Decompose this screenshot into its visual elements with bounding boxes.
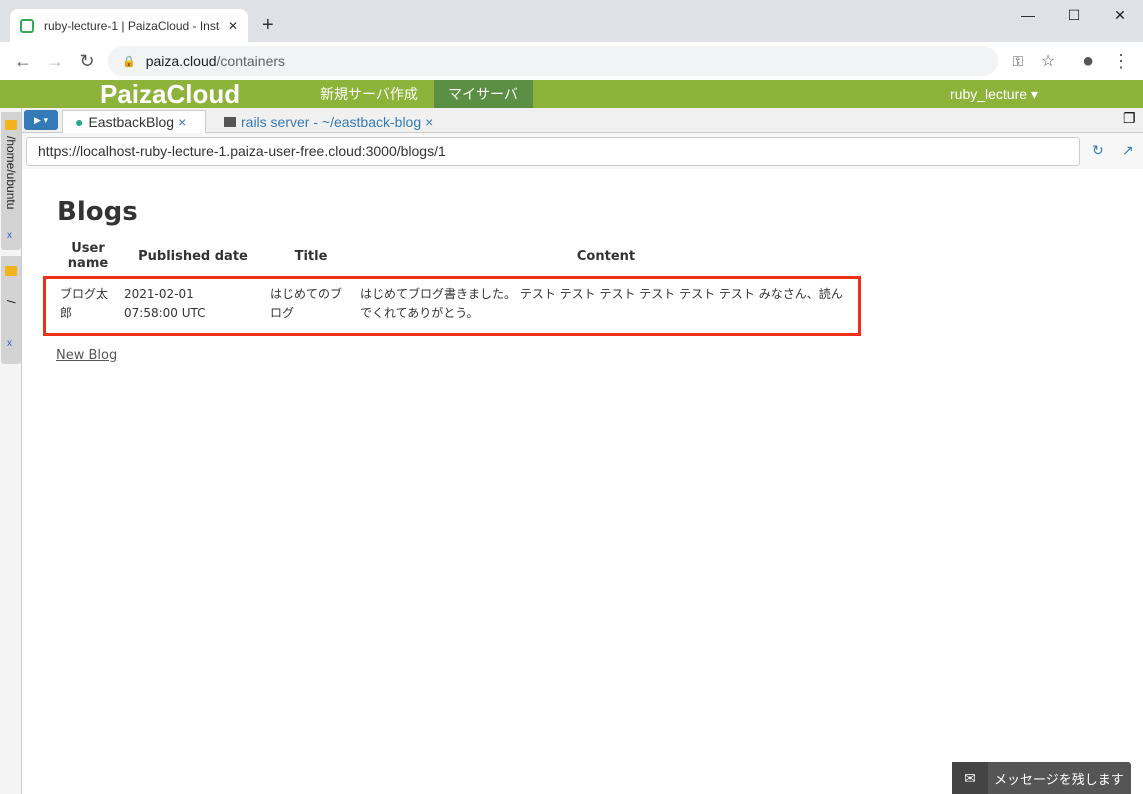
header-content: Content xyxy=(576,248,636,264)
paiza-logo[interactable]: PaizaCloud xyxy=(100,80,240,108)
header-user-name: User name xyxy=(67,241,109,271)
sidebar-tab-label: / xyxy=(4,300,18,304)
refresh-icon[interactable]: ↻ xyxy=(1092,142,1104,159)
ide-tab-close-icon[interactable]: × xyxy=(178,114,186,130)
window-copy-icon[interactable]: ❐ xyxy=(1123,110,1136,127)
lock-icon: 🔒 xyxy=(122,55,136,68)
ide-tab-label: EastbackBlog xyxy=(88,114,175,130)
folder-icon xyxy=(5,266,17,276)
url-path: /containers xyxy=(216,53,286,69)
page-content: Blogs User name Published date Title Con… xyxy=(23,169,1142,793)
browser-tab[interactable]: ruby-lecture-1 | PaizaCloud - Instant ✕ xyxy=(10,9,248,42)
new-blog-link[interactable]: New Blog xyxy=(56,348,117,363)
page-title: Blogs xyxy=(57,197,138,227)
sidebar-tab-label: /home/ubuntu xyxy=(4,136,18,210)
terminal-icon xyxy=(224,116,236,127)
open-external-icon[interactable]: ↗ xyxy=(1122,142,1134,159)
forward-icon[interactable]: → xyxy=(40,46,70,76)
sidebar-tab-root[interactable]: / x xyxy=(1,256,21,364)
ide-tab-close-icon[interactable]: × xyxy=(425,114,433,130)
minimize-icon[interactable]: — xyxy=(1005,0,1051,30)
profile-icon[interactable]: ● xyxy=(1073,46,1103,76)
header-title: Title xyxy=(294,248,328,264)
close-tab-icon[interactable]: ✕ xyxy=(228,19,238,33)
user-name: ruby_lecture xyxy=(950,86,1028,102)
table-header: User name Published date Title Content xyxy=(56,241,856,271)
menu-icon[interactable]: ⋮ xyxy=(1106,46,1136,76)
reload-icon[interactable]: ↻ xyxy=(72,46,102,76)
highlight-box xyxy=(43,276,861,336)
nav-my-server[interactable]: マイサーバ xyxy=(434,80,533,108)
message-button[interactable]: ✉ メッセージを残します xyxy=(952,762,1131,794)
globe-icon: ● xyxy=(75,114,84,130)
ide-tab-label: rails server - ~/eastback-blog xyxy=(241,113,422,130)
close-window-icon[interactable]: ✕ xyxy=(1097,0,1143,30)
app-dropdown-button[interactable]: ▶ ▾ xyxy=(24,110,58,130)
key-icon[interactable]: ⚿ xyxy=(1003,46,1033,76)
url-host: paiza.cloud xyxy=(145,53,217,69)
sidebar-close-icon[interactable]: x xyxy=(7,338,12,349)
star-icon[interactable]: ☆ xyxy=(1033,46,1063,76)
new-tab-button[interactable]: + xyxy=(262,14,274,37)
paiza-favicon-icon xyxy=(20,18,34,33)
ide-tab-terminal[interactable]: rails server - ~/eastback-blog × xyxy=(212,110,445,133)
message-label: メッセージを残します xyxy=(994,771,1124,787)
user-menu[interactable]: ruby_lecture ▾ xyxy=(936,80,1052,108)
nav-new-server[interactable]: 新規サーバ作成 xyxy=(306,80,432,108)
envelope-icon: ✉ xyxy=(952,762,988,794)
maximize-icon[interactable]: ☐ xyxy=(1051,0,1097,30)
header-published-date: Published date xyxy=(138,248,248,264)
folder-icon xyxy=(5,120,17,130)
tab-title: ruby-lecture-1 | PaizaCloud - Instant xyxy=(44,18,220,33)
sidebar-tab-home[interactable]: /home/ubuntu x xyxy=(1,112,21,250)
sidebar-close-icon[interactable]: x xyxy=(7,230,12,241)
ide-url-input[interactable]: https://localhost-ruby-lecture-1.paiza-u… xyxy=(26,137,1080,166)
omnibox[interactable]: 🔒 paiza.cloud/containers xyxy=(108,46,998,76)
ide-tab-browser[interactable]: ● EastbackBlog × xyxy=(62,110,206,133)
back-icon[interactable]: ← xyxy=(8,46,38,76)
